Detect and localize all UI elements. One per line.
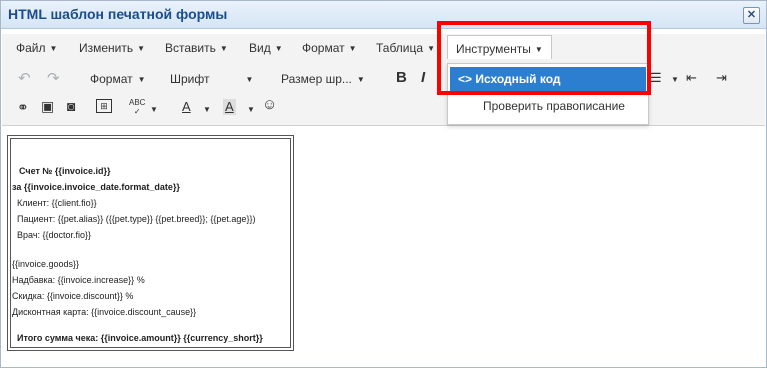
menu-view[interactable]: Вид ▼ [249, 41, 283, 55]
invoice-table-cell: Счет № {{invoice.id}} за {{invoice.invoi… [10, 138, 291, 348]
menu-table-label: Таблица [376, 41, 424, 55]
menu-tools[interactable]: Инструменты ▼ [447, 35, 552, 59]
bold-button[interactable]: B [396, 70, 407, 86]
chevron-down-icon: ▼ [49, 44, 58, 53]
menu-edit[interactable]: Изменить ▼ [79, 41, 145, 55]
editor-content[interactable]: Счет № {{invoice.id}} за {{invoice.invoi… [2, 126, 765, 367]
patient-line: Пациент: {{pet.alias}} ({{pet.type}} {{p… [17, 214, 256, 224]
increase-line: Надбавка: {{invoice.increase}} % [12, 275, 145, 285]
preview-icon[interactable]: ⊞ [96, 99, 112, 113]
spellcheck-text: ABC [129, 98, 146, 107]
chevron-down-icon: ▼ [348, 44, 357, 53]
italic-button[interactable]: I [421, 70, 425, 86]
bg-color-caret[interactable]: ▼ [242, 102, 255, 116]
font-size-dropdown-label: Размер шр... [281, 72, 352, 86]
close-button[interactable]: ✕ [743, 7, 760, 24]
menu-tools-label: Инструменты [456, 42, 531, 56]
editor-toolbar: ↶ ↷ Формат ▼ Шрифт ▼ Размер шр... ▼ B I ☰ ▼… [2, 62, 765, 126]
bg-color-button[interactable]: A [223, 99, 236, 115]
goods-line: {{invoice.goods}} [12, 259, 80, 269]
chevron-down-icon: ▼ [137, 75, 146, 84]
font-size-dropdown[interactable]: Размер шр... ▼ [281, 72, 365, 86]
menu-file[interactable]: Файл ▼ [16, 41, 57, 55]
image-icon[interactable]: ▣ [41, 98, 54, 114]
text-color-button[interactable]: A [182, 99, 191, 115]
emoticon-icon[interactable]: ☺ [262, 97, 277, 113]
format-dropdown[interactable]: Формат ▼ [90, 72, 146, 86]
spellcheck-menu-item[interactable]: Проверить правописание [450, 94, 646, 118]
source-code-menu-item[interactable]: <> Исходный код [450, 67, 646, 91]
redo-icon[interactable]: ↷ [47, 71, 60, 87]
client-line: Клиент: {{client.fio}} [17, 198, 97, 208]
indent-icon[interactable]: ⇥ [716, 70, 727, 86]
chevron-down-icon: ▼ [203, 105, 211, 114]
link-icon[interactable]: ⚭ [17, 99, 29, 115]
outdent-icon[interactable]: ⇤ [686, 70, 697, 86]
text-color-caret[interactable]: ▼ [198, 102, 211, 116]
doctor-line: Врач: {{doctor.fio}} [17, 230, 92, 240]
menu-file-label: Файл [16, 41, 46, 55]
dialog-title: HTML шаблон печатной формы [8, 6, 228, 22]
font-dropdown-label: Шрифт [170, 72, 210, 86]
chevron-down-icon: ▼ [245, 75, 254, 84]
chevron-down-icon: ▼ [150, 105, 158, 114]
menu-format-label: Формат [302, 41, 345, 55]
discount-line: Скидка: {{invoice.discount}} % [12, 291, 134, 301]
source-code-icon: <> [458, 72, 473, 86]
menu-insert-label: Вставить [165, 41, 216, 55]
tools-dropdown-menu: <> Исходный код Проверить правописание [447, 63, 649, 125]
font-dropdown[interactable]: Шрифт ▼ [170, 72, 253, 86]
list-dropdown-icon[interactable]: ☰ [650, 70, 662, 86]
menu-edit-label: Изменить [79, 41, 134, 55]
chevron-down-icon: ▼ [534, 45, 543, 54]
menu-table[interactable]: Таблица ▼ [376, 41, 435, 55]
save-icon[interactable]: ◙ [67, 98, 75, 114]
menu-insert[interactable]: Вставить ▼ [165, 41, 228, 55]
chevron-down-icon: ▼ [219, 44, 228, 53]
template-dialog: HTML шаблон печатной формы ✕ Файл ▼ Измен… [0, 0, 767, 368]
format-dropdown-label: Формат [90, 72, 133, 86]
invoice-date-line: за {{invoice.invoice_date.format_date}} [12, 182, 180, 192]
chevron-down-icon: ▼ [427, 44, 435, 53]
list-dropdown-caret[interactable]: ▼ [666, 72, 679, 86]
chevron-down-icon: ▼ [274, 44, 283, 53]
spellcheck-menu-label: Проверить правописание [483, 99, 625, 113]
invoice-number-line: Счет № {{invoice.id}} [19, 166, 111, 176]
discount-card-line: Дисконтная карта: {{invoice.discount_cau… [12, 307, 197, 317]
spellcheck-caret[interactable]: ▼ [145, 102, 158, 116]
menubar: Файл ▼ Изменить ▼ Вставить ▼ Вид ▼ Формат ▼ Т… [2, 34, 765, 62]
chevron-down-icon: ▼ [137, 44, 146, 53]
undo-icon[interactable]: ↶ [18, 71, 31, 87]
chevron-down-icon: ▼ [247, 105, 255, 114]
spellcheck-icon[interactable]: ABC ✓ [129, 98, 145, 116]
menu-view-label: Вид [249, 41, 271, 55]
dialog-titlebar: HTML шаблон печатной формы ✕ [1, 1, 766, 29]
invoice-table: Счет № {{invoice.id}} за {{invoice.invoi… [7, 135, 294, 351]
chevron-down-icon: ▼ [356, 75, 365, 84]
source-code-label: Исходный код [475, 72, 561, 86]
total-line: Итого сумма чека: {{invoice.amount}} {{c… [17, 333, 263, 343]
menu-format[interactable]: Формат ▼ [302, 41, 357, 55]
chevron-down-icon: ▼ [671, 75, 679, 84]
